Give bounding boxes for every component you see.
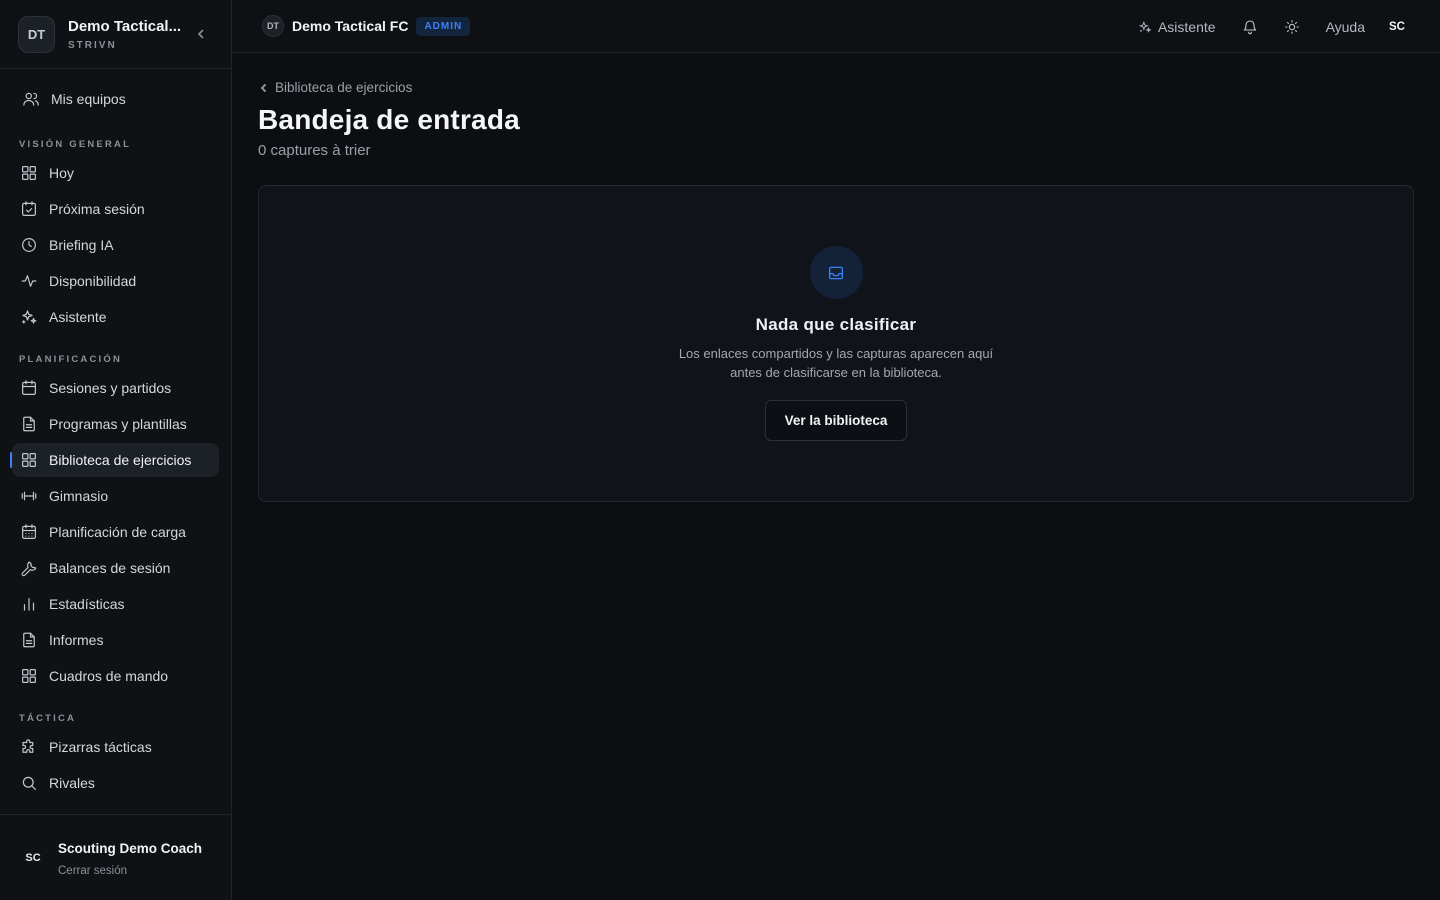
sidebar-item-label: Briefing IA xyxy=(49,237,114,253)
breadcrumb-label: Biblioteca de ejercicios xyxy=(275,80,413,95)
sidebar-item-library[interactable]: Biblioteca de ejercicios xyxy=(10,443,219,477)
sun-icon[interactable] xyxy=(1284,19,1300,35)
calendar-check-icon xyxy=(22,201,36,216)
sidebar-item-load[interactable]: Planificación de carga xyxy=(12,515,219,549)
activity-icon xyxy=(21,275,37,287)
page-title: Bandeja de entrada xyxy=(258,104,520,135)
inbox-icon xyxy=(809,246,863,299)
sidebar-item-balances[interactable]: Balances de sesión xyxy=(12,551,219,585)
sidebar-item-label: Planificación de carga xyxy=(49,524,186,540)
role-badge: ADMIN xyxy=(416,16,471,36)
team-avatar: DT xyxy=(18,15,55,53)
sidebar-item-label: Sesiones y partidos xyxy=(49,380,172,396)
assistant-button[interactable]: Asistente xyxy=(1138,19,1216,35)
sidebar-item-next-session[interactable]: Próxima sesión xyxy=(12,192,219,226)
team-subtitle: STRIVN xyxy=(68,39,117,51)
sparkles-icon xyxy=(1138,20,1152,33)
sidebar-item-today[interactable]: Hoy xyxy=(12,156,219,190)
grid-icon xyxy=(22,669,36,683)
page-subtitle: 0 captures à trier xyxy=(258,142,371,159)
sidebar-item-label: Rivales xyxy=(49,775,95,791)
view-library-button[interactable]: Ver la biblioteca xyxy=(764,400,908,441)
sidebar-item-label: Estadísticas xyxy=(49,596,125,612)
help-link[interactable]: Ayuda xyxy=(1326,19,1365,35)
sidebar: DT Demo Tactical... STRIVN Mis equipos V… xyxy=(0,0,232,900)
wrench-icon xyxy=(21,561,37,577)
file-text-icon xyxy=(23,416,35,432)
empty-state-description: Los enlaces compartidos y las capturas a… xyxy=(656,344,1016,382)
clock-icon xyxy=(22,238,36,252)
user-footer: SC Scouting Demo Coach Cerrar sesión xyxy=(0,814,231,900)
sidebar-item-my-teams[interactable]: Mis equipos xyxy=(12,82,219,116)
team-name: Demo Tactical FC xyxy=(292,18,409,34)
sidebar-nav: Mis equipos VISIÓN GENERAL Hoy Próxima s… xyxy=(0,69,231,800)
sidebar-item-assistant[interactable]: Asistente xyxy=(12,300,219,334)
logout-link[interactable]: Cerrar sesión xyxy=(58,865,202,877)
sidebar-item-label: Gimnasio xyxy=(49,488,109,504)
sidebar-item-availability[interactable]: Disponibilidad xyxy=(12,264,219,298)
sidebar-item-rivals[interactable]: Rivales xyxy=(12,766,219,800)
chevron-left-icon[interactable] xyxy=(195,28,207,40)
puzzle-icon xyxy=(22,739,34,753)
sidebar-item-label: Biblioteca de ejercicios xyxy=(49,452,192,468)
section-label-overview: VISIÓN GENERAL xyxy=(19,139,132,150)
sidebar-item-label: Pizarras tácticas xyxy=(49,739,152,755)
sidebar-item-boards[interactable]: Pizarras tácticas xyxy=(12,730,219,764)
assistant-label: Asistente xyxy=(1157,18,1216,35)
sidebar-item-label: Disponibilidad xyxy=(49,273,137,289)
calendar-days-icon xyxy=(22,524,36,539)
sidebar-item-label: Informes xyxy=(49,632,104,648)
sidebar-item-label: Asistente xyxy=(49,309,107,325)
empty-state-title: Nada que clasificar xyxy=(755,315,917,334)
avatar[interactable]: SC xyxy=(18,843,48,873)
search-icon xyxy=(22,776,36,790)
sidebar-item-dashboards[interactable]: Cuadros de mando xyxy=(12,659,219,693)
user-name: Scouting Demo Coach xyxy=(58,840,203,856)
empty-state-line-1: Los enlaces compartidos y las capturas a… xyxy=(678,346,994,361)
section-label-planning: PLANIFICACIÓN xyxy=(19,354,123,365)
team-name: Demo Tactical... xyxy=(68,17,182,35)
grid-icon xyxy=(22,453,36,467)
calendar-icon xyxy=(22,380,36,395)
sidebar-item-label: Hoy xyxy=(49,165,74,181)
bar-chart-icon xyxy=(23,598,35,611)
sidebar-item-gym[interactable]: Gimnasio xyxy=(12,479,219,513)
sparkles-icon xyxy=(22,310,37,324)
sidebar-item-programs[interactable]: Programas y plantillas xyxy=(12,407,219,441)
sidebar-item-label: Balances de sesión xyxy=(49,560,171,576)
empty-state-card: Nada que clasificar Los enlaces comparti… xyxy=(258,185,1414,502)
section-label-tactics: TÁCTICA xyxy=(19,713,77,724)
sidebar-item-label: Programas y plantillas xyxy=(49,416,187,432)
dumbbell-icon xyxy=(21,491,37,501)
users-icon xyxy=(23,92,39,106)
sidebar-item-reports[interactable]: Informes xyxy=(12,623,219,657)
user-avatar[interactable]: SC xyxy=(1389,21,1405,33)
sidebar-item-briefing[interactable]: Briefing IA xyxy=(12,228,219,262)
team-switcher[interactable]: DT Demo Tactical... STRIVN xyxy=(0,0,231,69)
sidebar-item-label: Mis equipos xyxy=(51,91,126,107)
main-content: Biblioteca de ejercicios Bandeja de entr… xyxy=(258,53,1414,502)
sidebar-item-sessions[interactable]: Sesiones y partidos xyxy=(12,371,219,405)
sidebar-item-label: Próxima sesión xyxy=(49,201,145,217)
file-text-icon xyxy=(23,632,35,648)
empty-state-line-2: antes de clasificarse en la biblioteca. xyxy=(730,365,942,380)
sidebar-item-stats[interactable]: Estadísticas xyxy=(12,587,219,621)
grid-icon xyxy=(22,166,36,180)
bell-icon[interactable] xyxy=(1242,19,1258,35)
chevron-left-icon xyxy=(260,83,267,92)
team-avatar: DT xyxy=(262,15,284,37)
breadcrumb[interactable]: Biblioteca de ejercicios xyxy=(258,80,1414,95)
topbar: DT Demo Tactical FC ADMIN Asistente Ayud… xyxy=(232,0,1440,53)
sidebar-item-label: Cuadros de mando xyxy=(49,668,169,684)
